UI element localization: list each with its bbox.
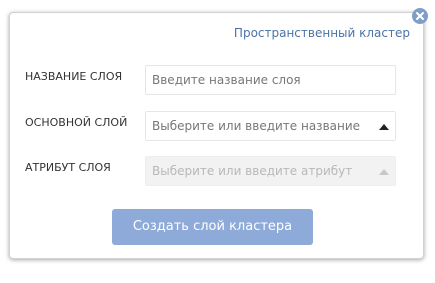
close-icon [416, 12, 424, 20]
close-button[interactable] [412, 8, 428, 24]
base-layer-label: ОСНОВНОЙ СЛОЙ [25, 116, 128, 129]
caret-up-icon[interactable] [379, 124, 389, 130]
dialog-title: Пространственный кластер [233, 26, 410, 40]
layer-attribute-label: АТРИБУТ СЛОЯ [25, 161, 111, 174]
layer-attribute-placeholder: Выберите или введите атрибут [152, 164, 353, 178]
base-layer-select[interactable]: Выберите или введите название [145, 111, 396, 141]
cluster-dialog: Пространственный кластер НАЗВАНИЕ СЛОЯ В… [9, 12, 424, 259]
create-cluster-layer-button[interactable]: Создать слой кластера [112, 209, 313, 245]
layer-name-placeholder: Введите название слоя [152, 73, 301, 87]
caret-up-icon [379, 169, 389, 175]
layer-attribute-select: Выберите или введите атрибут [145, 156, 396, 186]
base-layer-placeholder: Выберите или введите название [152, 119, 361, 133]
layer-name-label: НАЗВАНИЕ СЛОЯ [25, 70, 123, 83]
layer-name-input[interactable]: Введите название слоя [145, 65, 396, 95]
